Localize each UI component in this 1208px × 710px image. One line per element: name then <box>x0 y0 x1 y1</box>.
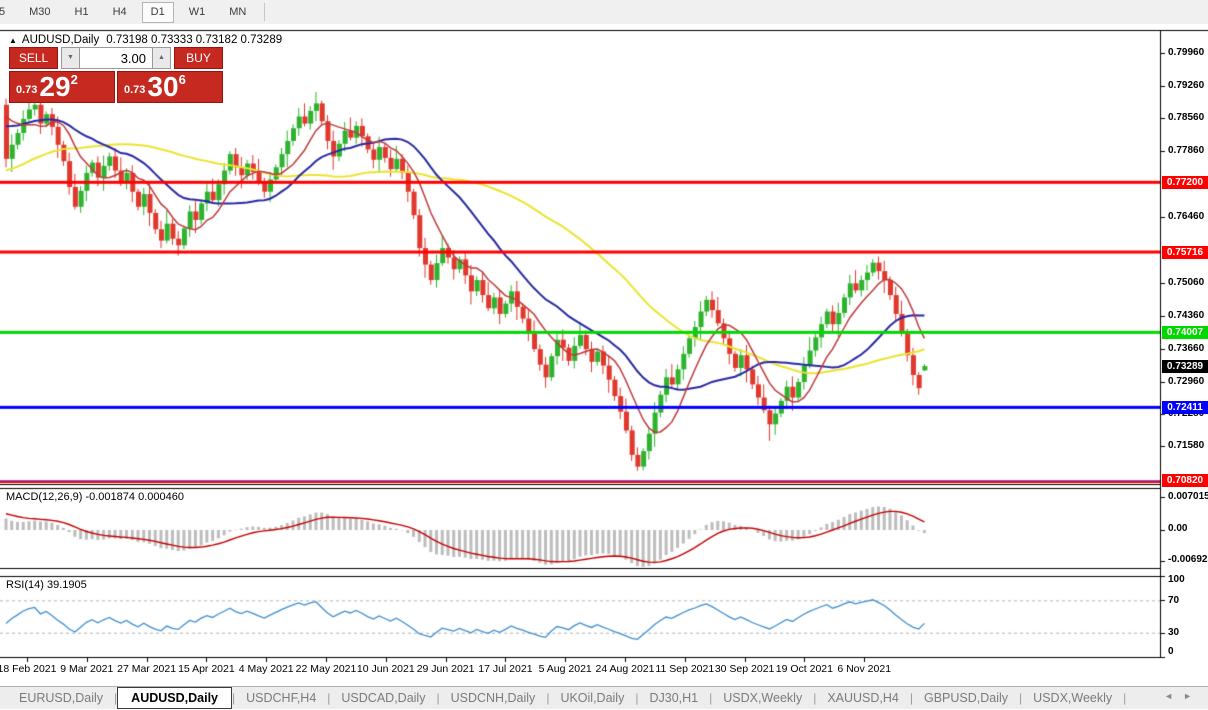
buy-price-pips: 30 <box>147 71 179 102</box>
date-axis-label: 19 Oct 2021 <box>775 663 833 675</box>
collapse-triangle-icon[interactable]: ▲ <box>9 36 17 45</box>
toolbar-timeframe-h1[interactable]: H1 <box>66 2 98 23</box>
trading-platform-window: 5 M30 H1 H4 D1 W1 MN ▲ AUDUSD,Daily 0.73198 0.… <box>0 0 1208 710</box>
date-axis-label: 24 Aug 2021 <box>595 663 655 675</box>
price-axis-label: 0.71580 <box>1168 440 1205 452</box>
rsi-axis-label: 70 <box>1168 595 1180 606</box>
price-axis-label: 0.79960 <box>1168 46 1205 58</box>
price-axis-label: 0.78560 <box>1168 112 1205 124</box>
date-axis-label: 6 Nov 2021 <box>837 663 892 675</box>
tab-item-audusd-daily[interactable]: AUDUSD,Daily <box>117 687 232 709</box>
price-line-badge: 0.72411 <box>1162 400 1208 414</box>
volume-input[interactable] <box>80 47 152 69</box>
chart-symbol-header: ▲ AUDUSD,Daily 0.73198 0.73333 0.73182 0… <box>9 34 282 46</box>
buy-button[interactable]: BUY <box>174 47 223 69</box>
trade-panel-quote-row: 0.73 29 2 0.73 30 6 <box>9 71 223 103</box>
sell-price-pips: 29 <box>39 71 71 102</box>
sell-price-quote[interactable]: 0.73 29 2 <box>9 71 115 103</box>
date-axis-label: 27 Mar 2021 <box>117 663 177 675</box>
rsi-axis-label: 0 <box>1168 646 1174 657</box>
price-axis-label: 0.76460 <box>1168 211 1205 223</box>
rsi-axis-label: 30 <box>1168 627 1180 638</box>
tab-item-eurusd-daily[interactable]: EURUSD,Daily <box>8 688 114 708</box>
volume-increase-button[interactable]: ▲ <box>152 47 171 69</box>
macd-axis-label: 0.007015 <box>1168 491 1208 502</box>
tab-item-gbpusd-daily[interactable]: GBPUSD,Daily <box>913 688 1019 708</box>
price-axis-label: 0.74360 <box>1168 309 1205 321</box>
sell-price-point: 2 <box>70 72 78 87</box>
toolbar-timeframe-5[interactable]: 5 <box>0 2 14 23</box>
price-axis-label: 0.77860 <box>1168 145 1205 157</box>
tab-item-dj30-h1[interactable]: DJ30,H1 <box>638 688 709 708</box>
buy-price-prefix: 0.73 <box>124 84 146 96</box>
tab-item-usdx-weekly[interactable]: USDX,Weekly <box>1022 688 1123 708</box>
toolbar-timeframe-d1[interactable]: D1 <box>141 1 174 23</box>
date-axis-label: 9 Mar 2021 <box>60 663 114 675</box>
date-axis-label: 22 May 2021 <box>295 663 357 675</box>
price-axis-label: 0.79260 <box>1168 79 1205 91</box>
rsi-axis-label: 100 <box>1168 574 1185 585</box>
date-axis-label: 15 Apr 2021 <box>178 663 235 675</box>
buy-price-point: 6 <box>178 72 186 87</box>
macd-axis-label: -0.006923 <box>1168 554 1208 565</box>
date-axis-label: 4 May 2021 <box>238 663 294 675</box>
date-axis-label: 5 Aug 2021 <box>538 663 592 675</box>
toolbar-timeframe-w1[interactable]: W1 <box>180 2 215 23</box>
buy-price-quote[interactable]: 0.73 30 6 <box>117 71 223 103</box>
price-line-badge: 0.77200 <box>1162 175 1208 189</box>
tab-item-usdx-weekly[interactable]: USDX,Weekly <box>712 688 813 708</box>
tab-item-usdchf-h4[interactable]: USDCHF,H4 <box>235 688 327 708</box>
toolbar-timeframe-h4[interactable]: H4 <box>104 2 136 23</box>
price-axis-label: 0.75060 <box>1168 276 1205 288</box>
toolbar-timeframe-m30[interactable]: M30 <box>20 2 59 23</box>
price-axis-label: 0.73660 <box>1168 342 1205 354</box>
ohlc-values: 0.73198 0.73333 0.73182 0.73289 <box>106 34 283 46</box>
tab-scroll-right-icon[interactable]: ► <box>1183 691 1202 701</box>
price-line-badge: 0.70820 <box>1162 473 1208 487</box>
tab-separator: | <box>1123 691 1127 705</box>
toolbar-timeframe-mn[interactable]: MN <box>220 2 255 23</box>
tab-scroll-arrows: ◄► <box>1164 691 1202 701</box>
price-chart-canvas[interactable] <box>0 0 1208 710</box>
rsi-indicator-label: RSI(14) 39.1905 <box>6 579 87 591</box>
tab-item-usdcnh-daily[interactable]: USDCNH,Daily <box>440 688 547 708</box>
tab-item-xauusd-h4[interactable]: XAUUSD,H4 <box>816 688 910 708</box>
macd-indicator-label: MACD(12,26,9) -0.001874 0.000460 <box>6 491 184 503</box>
tab-item-ukoil-daily[interactable]: UKOil,Daily <box>549 688 635 708</box>
price-line-badge: 0.75716 <box>1162 245 1208 259</box>
symbol-title: AUDUSD,Daily <box>21 34 100 46</box>
price-line-badge: 0.74007 <box>1162 325 1208 339</box>
date-axis-label: 17 Jul 2021 <box>478 663 533 675</box>
current-price-badge: 0.73289 <box>1162 359 1208 373</box>
chart-tab-bar: EURUSD,Daily | AUDUSD,Daily | USDCHF,H4 | USDC… <box>0 686 1208 709</box>
date-axis-label: 18 Feb 2021 <box>0 663 57 675</box>
tab-item-usdcad-daily[interactable]: USDCAD,Daily <box>330 688 436 708</box>
date-axis-label: 29 Jun 2021 <box>416 663 475 675</box>
date-axis-label: 30 Sep 2021 <box>714 663 775 675</box>
volume-decrease-button[interactable]: ▼ <box>61 47 80 69</box>
toolbar-separator <box>264 3 266 21</box>
tabs-holder: EURUSD,Daily | AUDUSD,Daily | USDCHF,H4 | USDC… <box>8 687 1126 709</box>
timeframe-toolbar: 5 M30 H1 H4 D1 W1 MN <box>0 0 1208 24</box>
tab-scroll-left-icon[interactable]: ◄ <box>1164 691 1183 701</box>
one-click-trade-panel: SELL ▼ ▲ BUY 0.73 29 2 0.73 30 6 <box>9 47 223 103</box>
price-axis-label: 0.72960 <box>1168 375 1205 387</box>
macd-axis-label: 0.00 <box>1168 523 1188 534</box>
date-axis-label: 11 Sep 2021 <box>655 663 715 675</box>
sell-price-prefix: 0.73 <box>16 84 38 96</box>
date-axis-label: 10 Jun 2021 <box>356 663 415 675</box>
sell-button[interactable]: SELL <box>9 47 58 69</box>
trade-panel-top-row: SELL ▼ ▲ BUY <box>9 47 223 69</box>
